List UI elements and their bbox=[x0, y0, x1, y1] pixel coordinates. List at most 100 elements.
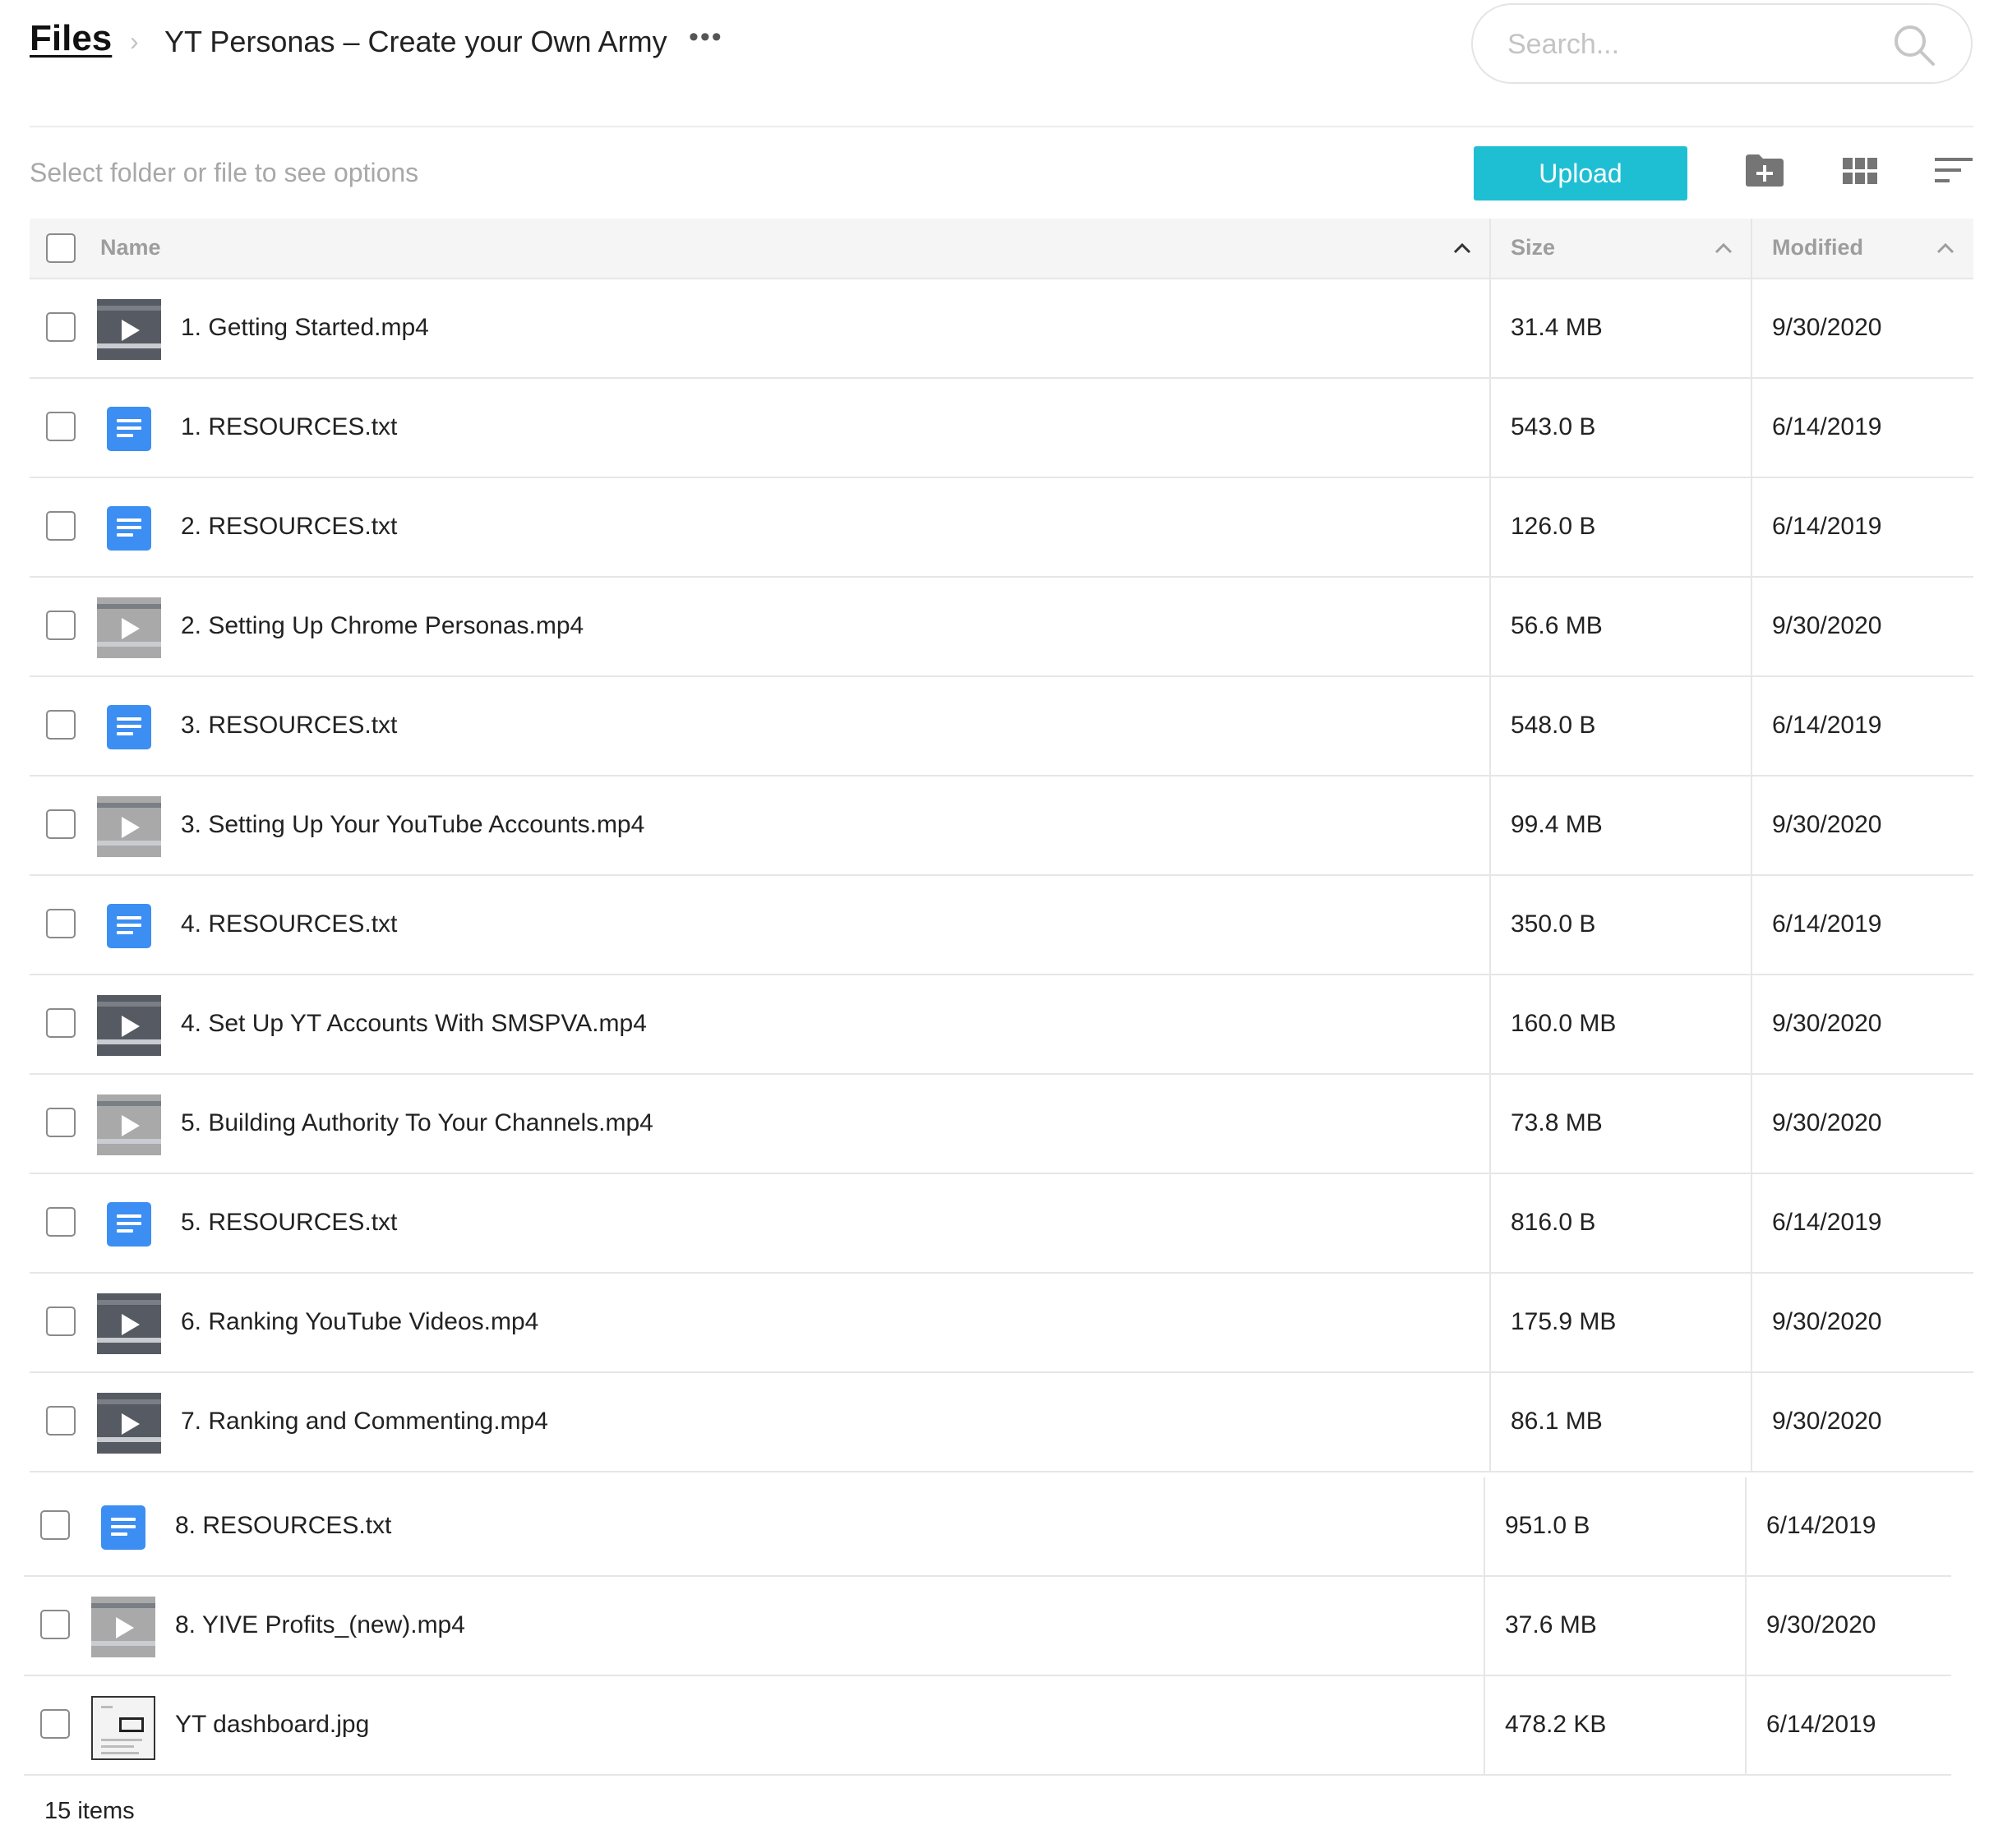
table-row[interactable]: 2. Setting Up Chrome Personas.mp4 56.6 MB… bbox=[30, 578, 1973, 677]
column-divider bbox=[1489, 1174, 1491, 1274]
file-modified-date: 6/14/2019 bbox=[1772, 1209, 1882, 1236]
more-options-button[interactable]: ••• bbox=[689, 21, 723, 53]
column-divider bbox=[1489, 677, 1491, 777]
image-file-icon bbox=[91, 1696, 155, 1760]
file-name[interactable]: 2. RESOURCES.txt bbox=[181, 513, 397, 541]
file-name[interactable]: 7. Ranking and Commenting.mp4 bbox=[181, 1408, 548, 1436]
chevron-up-icon[interactable] bbox=[1451, 240, 1473, 256]
file-size: 543.0 B bbox=[1511, 413, 1596, 440]
sort-icon[interactable] bbox=[1935, 158, 1973, 184]
file-name[interactable]: 1. RESOURCES.txt bbox=[181, 413, 397, 441]
file-size: 73.8 MB bbox=[1511, 1109, 1603, 1136]
table-row[interactable]: 3. RESOURCES.txt 548.0 B 6/14/2019 bbox=[30, 677, 1973, 777]
file-modified-date: 9/30/2020 bbox=[1772, 1408, 1882, 1435]
table-row[interactable]: 8. YIVE Profits_(new).mp4 37.6 MB 9/30/202… bbox=[24, 1577, 1951, 1676]
column-divider bbox=[1489, 777, 1491, 876]
play-icon bbox=[122, 320, 140, 341]
file-size: 548.0 B bbox=[1511, 712, 1596, 739]
file-size: 126.0 B bbox=[1511, 513, 1596, 540]
column-divider bbox=[1484, 1676, 1485, 1776]
video-thumbnail bbox=[97, 597, 161, 658]
column-divider bbox=[1751, 1174, 1752, 1274]
file-size: 350.0 B bbox=[1511, 910, 1596, 938]
row-checkbox[interactable] bbox=[46, 312, 76, 342]
table-row[interactable]: 7. Ranking and Commenting.mp4 86.1 MB 9/30… bbox=[30, 1373, 1973, 1472]
search-input[interactable] bbox=[1506, 23, 1887, 66]
row-checkbox[interactable] bbox=[46, 1008, 76, 1038]
file-name[interactable]: 4. Set Up YT Accounts With SMSPVA.mp4 bbox=[181, 1010, 647, 1038]
select-all-checkbox[interactable] bbox=[46, 233, 76, 263]
upload-button[interactable]: Upload bbox=[1474, 146, 1687, 200]
video-thumbnail bbox=[97, 796, 161, 857]
table-row[interactable]: 6. Ranking YouTube Videos.mp4 175.9 MB 9/3… bbox=[30, 1274, 1973, 1373]
table-row[interactable]: 5. Building Authority To Your Channels.m… bbox=[30, 1075, 1973, 1174]
column-header-size[interactable]: Size bbox=[1511, 235, 1555, 260]
play-icon bbox=[122, 1016, 140, 1037]
table-row[interactable]: 2. RESOURCES.txt 126.0 B 6/14/2019 bbox=[30, 478, 1973, 578]
row-checkbox[interactable] bbox=[46, 1108, 76, 1137]
file-name[interactable]: 8. YIVE Profits_(new).mp4 bbox=[175, 1611, 465, 1639]
row-checkbox[interactable] bbox=[46, 611, 76, 640]
file-modified-date: 6/14/2019 bbox=[1772, 413, 1882, 440]
file-modified-date: 9/30/2020 bbox=[1772, 1308, 1882, 1335]
video-file-icon bbox=[97, 1293, 161, 1354]
column-divider bbox=[1751, 777, 1752, 876]
table-row[interactable]: 4. RESOURCES.txt 350.0 B 6/14/2019 bbox=[30, 876, 1973, 975]
row-checkbox[interactable] bbox=[46, 710, 76, 740]
column-divider bbox=[1489, 1075, 1491, 1174]
file-name[interactable]: 1. Getting Started.mp4 bbox=[181, 314, 429, 342]
table-row[interactable]: 3. Setting Up Your YouTube Accounts.mp4 9… bbox=[30, 777, 1973, 876]
file-name[interactable]: 6. Ranking YouTube Videos.mp4 bbox=[181, 1308, 538, 1336]
file-name[interactable]: 8. RESOURCES.txt bbox=[175, 1512, 391, 1540]
row-checkbox[interactable] bbox=[46, 1307, 76, 1336]
grid-view-icon[interactable] bbox=[1843, 158, 1877, 184]
table-row[interactable]: YT dashboard.jpg 478.2 KB 6/14/2019 bbox=[24, 1676, 1951, 1776]
breadcrumb-root-link[interactable]: Files bbox=[30, 18, 112, 59]
column-divider bbox=[1484, 1577, 1485, 1676]
row-checkbox[interactable] bbox=[46, 1406, 76, 1436]
file-name[interactable]: 5. RESOURCES.txt bbox=[181, 1209, 397, 1237]
file-name[interactable]: 3. RESOURCES.txt bbox=[181, 712, 397, 740]
video-file-icon bbox=[97, 796, 161, 857]
row-checkbox[interactable] bbox=[46, 1207, 76, 1237]
column-header-name[interactable]: Name bbox=[100, 235, 161, 260]
column-divider bbox=[1751, 279, 1752, 379]
video-file-icon bbox=[97, 597, 161, 658]
video-file-icon bbox=[97, 1393, 161, 1454]
new-folder-icon[interactable] bbox=[1744, 153, 1785, 187]
row-checkbox[interactable] bbox=[46, 511, 76, 541]
row-checkbox[interactable] bbox=[46, 809, 76, 839]
file-name[interactable]: 4. RESOURCES.txt bbox=[181, 910, 397, 938]
row-checkbox[interactable] bbox=[40, 1610, 70, 1639]
row-checkbox[interactable] bbox=[40, 1709, 70, 1739]
video-thumbnail bbox=[97, 299, 161, 360]
document-icon bbox=[107, 1202, 151, 1247]
table-row[interactable]: 1. RESOURCES.txt 543.0 B 6/14/2019 bbox=[30, 379, 1973, 478]
row-checkbox[interactable] bbox=[46, 909, 76, 938]
row-checkbox[interactable] bbox=[40, 1510, 70, 1540]
column-header-modified[interactable]: Modified bbox=[1772, 235, 1863, 260]
search-icon[interactable] bbox=[1892, 23, 1936, 67]
column-divider bbox=[1489, 219, 1491, 279]
column-divider bbox=[1489, 279, 1491, 379]
play-icon bbox=[122, 817, 140, 838]
text-file-icon bbox=[97, 498, 161, 559]
column-divider bbox=[1751, 1373, 1752, 1472]
file-modified-date: 9/30/2020 bbox=[1772, 1010, 1882, 1037]
table-header: Name Size Modified bbox=[30, 219, 1973, 279]
chevron-up-icon[interactable] bbox=[1713, 240, 1734, 256]
file-name[interactable]: 2. Setting Up Chrome Personas.mp4 bbox=[181, 612, 584, 640]
table-row[interactable]: 4. Set Up YT Accounts With SMSPVA.mp4 160… bbox=[30, 975, 1973, 1075]
file-size: 56.6 MB bbox=[1511, 612, 1603, 639]
table-row[interactable]: 1. Getting Started.mp4 31.4 MB 9/30/2020 bbox=[30, 279, 1973, 379]
table-row[interactable]: 8. RESOURCES.txt 951.0 B 6/14/2019 bbox=[24, 1477, 1951, 1577]
row-checkbox[interactable] bbox=[46, 412, 76, 441]
file-name[interactable]: YT dashboard.jpg bbox=[175, 1711, 369, 1739]
video-file-icon bbox=[97, 995, 161, 1056]
table-row[interactable]: 5. RESOURCES.txt 816.0 B 6/14/2019 bbox=[30, 1174, 1973, 1274]
file-name[interactable]: 3. Setting Up Your YouTube Accounts.mp4 bbox=[181, 811, 644, 839]
column-divider bbox=[1484, 1477, 1485, 1577]
file-name[interactable]: 5. Building Authority To Your Channels.m… bbox=[181, 1109, 653, 1137]
chevron-up-icon[interactable] bbox=[1935, 240, 1956, 256]
file-modified-date: 6/14/2019 bbox=[1766, 1711, 1876, 1738]
